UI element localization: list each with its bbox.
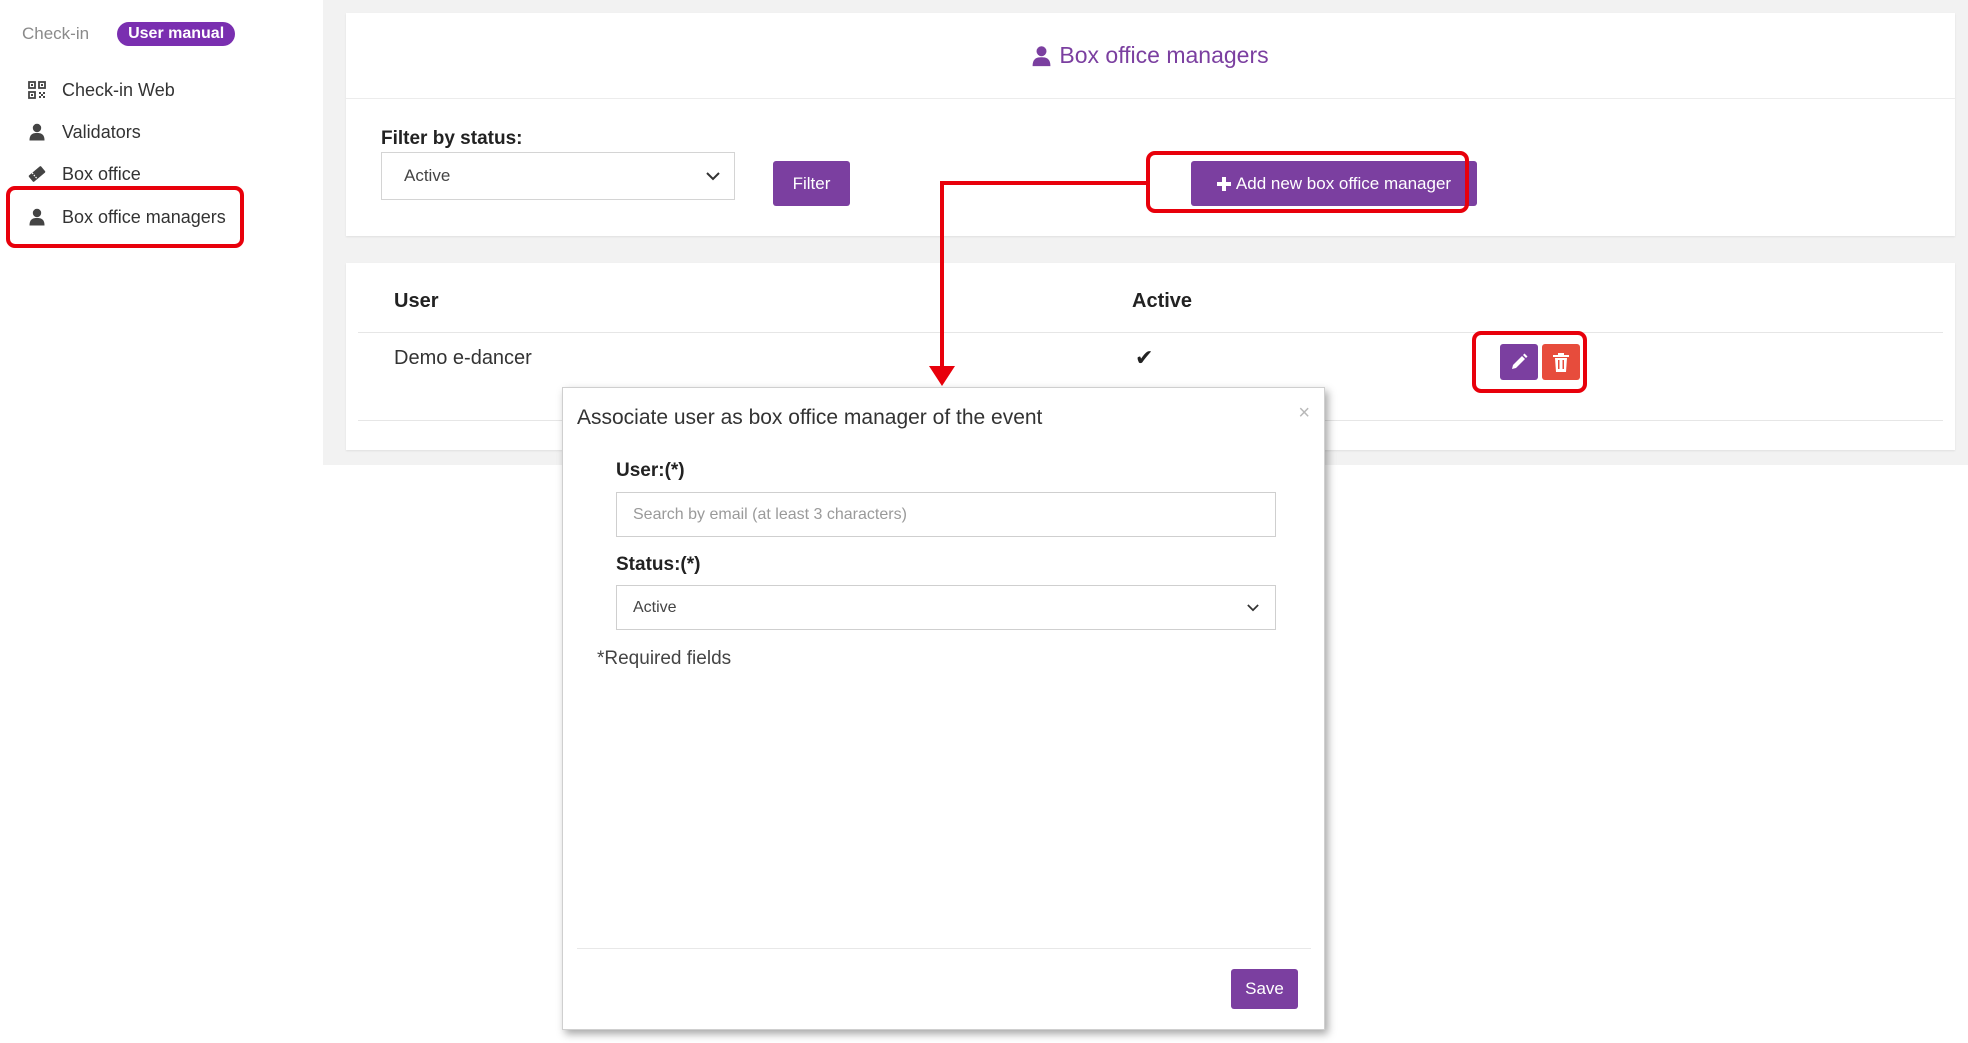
filter-button[interactable]: Filter bbox=[773, 161, 850, 206]
sidebar-item-check-in-web[interactable]: Check-in Web bbox=[26, 77, 175, 103]
status-filter-select[interactable]: Active bbox=[381, 152, 735, 200]
section-label: Check-in bbox=[22, 24, 90, 43]
close-icon[interactable]: × bbox=[1298, 402, 1310, 425]
sidebar-item-validators[interactable]: Validators bbox=[26, 119, 141, 145]
user-icon bbox=[26, 206, 48, 228]
user-manual-badge[interactable]: User manual bbox=[117, 22, 236, 46]
sidebar-item-label: Box office managers bbox=[62, 206, 226, 227]
status-filter-value: Active bbox=[404, 166, 451, 185]
column-header-user: User bbox=[394, 290, 439, 312]
user-cell: Demo e-dancer bbox=[394, 347, 532, 369]
sidebar-item-box-office[interactable]: Box office bbox=[26, 161, 141, 187]
sidebar-item-label: Box office bbox=[62, 163, 141, 184]
chevron-down-icon bbox=[1247, 599, 1259, 617]
page-title: Box office managers bbox=[1032, 42, 1269, 69]
trash-icon bbox=[1553, 352, 1569, 372]
user-field-label: User:(*) bbox=[616, 460, 685, 481]
user-search-placeholder: Search by email (at least 3 characters) bbox=[633, 505, 907, 523]
qr-code-icon bbox=[26, 79, 48, 101]
save-button[interactable]: Save bbox=[1231, 969, 1298, 1009]
add-button-label: Add new box office manager bbox=[1235, 173, 1452, 193]
header-divider bbox=[358, 332, 1943, 333]
status-field-label: Status:(*) bbox=[616, 554, 701, 575]
filter-panel: Box office managers Filter by status: Ac… bbox=[346, 13, 1955, 236]
status-select-value: Active bbox=[633, 598, 677, 616]
sidebar: Check-in User manual Check-in Web Valida… bbox=[0, 0, 322, 1043]
edit-button[interactable] bbox=[1500, 344, 1538, 380]
delete-button[interactable] bbox=[1542, 344, 1580, 380]
sidebar-header: Check-in User manual bbox=[22, 22, 236, 46]
modal-title: Associate user as box office manager of … bbox=[577, 406, 1043, 429]
associate-user-modal: Associate user as box office manager of … bbox=[562, 387, 1325, 1030]
column-header-active: Active bbox=[1132, 290, 1193, 312]
user-search-input[interactable]: Search by email (at least 3 characters) bbox=[616, 492, 1276, 537]
user-icon bbox=[26, 121, 48, 143]
ticket-icon bbox=[26, 163, 48, 185]
sidebar-item-label: Validators bbox=[62, 121, 141, 142]
sidebar-item-box-office-managers[interactable]: Box office managers bbox=[26, 204, 226, 230]
sidebar-item-label: Check-in Web bbox=[62, 79, 175, 100]
add-box-office-manager-button[interactable]: Add new box office manager bbox=[1191, 161, 1477, 206]
page-title-text: Box office managers bbox=[1059, 42, 1269, 68]
modal-footer-divider bbox=[577, 948, 1311, 949]
plus-icon bbox=[1216, 176, 1231, 191]
chevron-down-icon bbox=[706, 166, 720, 186]
status-select[interactable]: Active bbox=[616, 585, 1276, 630]
checkmark-icon: ✔ bbox=[1135, 345, 1154, 370]
user-icon bbox=[1032, 45, 1051, 67]
filter-label: Filter by status: bbox=[381, 128, 523, 149]
required-fields-note: *Required fields bbox=[597, 648, 732, 669]
panel-header: Box office managers bbox=[346, 13, 1955, 99]
pencil-icon bbox=[1510, 353, 1528, 371]
